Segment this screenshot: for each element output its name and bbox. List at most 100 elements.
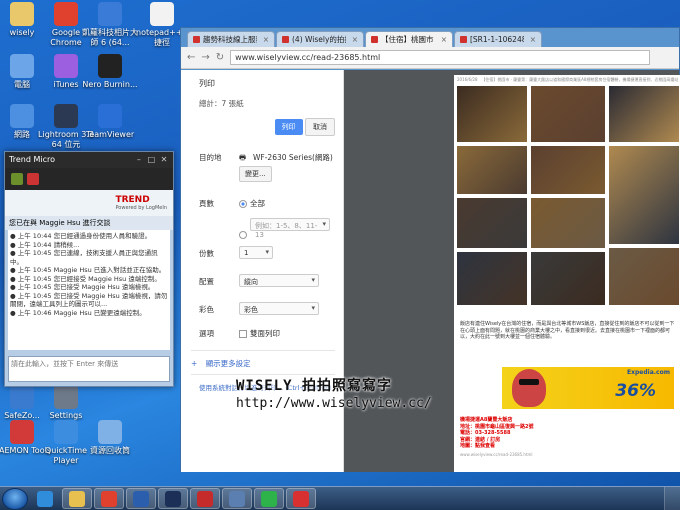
browser-tab[interactable]: 趨勢科技線上服務 × <box>187 31 275 47</box>
tab-label: 【住宿】桃園市 · 蘭 <box>381 35 435 44</box>
preview-page[interactable]: 2016/6/28 【住宿】桃園市 · 蘭豐第：蘭豐大飯店以道和國際商業區A8總… <box>454 75 680 472</box>
pages-custom-input[interactable]: 例如：1-5、8、11-13 <box>250 218 330 239</box>
line-icon <box>261 490 277 507</box>
ad-person-image <box>512 369 546 407</box>
chat-log-line: ● 上午 10:45 您已經接受 Maggie Hsu 遠端控制。 <box>10 274 161 283</box>
preview-header-text: 【住宿】桃園市 · 蘭豐第：蘭豐大飯店以道和國際商業區A8總統套房住宿體驗，機場… <box>481 77 679 82</box>
taskbar-word-button[interactable] <box>126 488 156 509</box>
hotel-photo <box>530 197 606 249</box>
maximize-icon[interactable]: □ <box>146 155 156 164</box>
hotel-photo <box>456 85 528 143</box>
expedia-ad: Expedia.com 36% <box>502 367 674 409</box>
desktop-icon-nero[interactable]: Nero Burnin... <box>80 54 140 90</box>
print-button[interactable]: 列印 <box>274 119 303 135</box>
taskbar-chrome-button[interactable] <box>94 488 124 509</box>
tab-close-icon[interactable]: × <box>352 35 358 44</box>
word-icon <box>133 490 149 507</box>
tab-favicon-icon <box>371 36 378 43</box>
hotel-photo <box>608 145 680 245</box>
duplex-checkbox[interactable] <box>239 330 247 338</box>
taskbar-trend-micro-button[interactable] <box>190 488 220 509</box>
notepad-icon <box>150 2 174 26</box>
print-total: 總計：7 張紙 <box>199 99 244 108</box>
file-explorer-icon <box>69 490 85 507</box>
desktop-icon-teamviewer[interactable]: TeamViewer <box>80 104 140 140</box>
desktop-icon-photo-app[interactable]: 凱蘿科技相片大師 6 (64... <box>80 2 140 48</box>
destination-label: 目的地 <box>199 153 222 162</box>
folder-user-icon <box>10 2 34 26</box>
watermark-url: http://www.wiselyview.cc/ <box>236 396 432 411</box>
tab-close-icon[interactable]: × <box>530 35 536 44</box>
trend-micro-icon <box>197 490 213 507</box>
tab-label: [SR1-1-1062481425 <box>470 35 524 44</box>
tab-close-icon[interactable]: × <box>263 35 269 44</box>
taskbar-photoshop-button[interactable] <box>158 488 188 509</box>
watermark-title: WISELY 拍拍照寫寫字 <box>236 378 393 394</box>
pages-label: 頁數 <box>199 199 214 208</box>
nero-icon <box>98 54 122 78</box>
taskbar-logmein-button[interactable] <box>286 488 316 509</box>
close-icon[interactable]: ✕ <box>159 155 169 164</box>
browser-tab[interactable]: (4) Wisely的拍拍照寫 × <box>276 31 364 47</box>
photoshop-icon <box>165 490 181 507</box>
copies-input[interactable]: 1 <box>239 246 273 259</box>
copies-label: 份數 <box>199 249 214 258</box>
hotel-photo <box>530 145 606 195</box>
destination-value: WF-2630 Series(網路) <box>253 153 333 162</box>
trend-logo-text: TREND <box>115 195 150 205</box>
logmein-icon <box>293 490 309 507</box>
desktop-icon-settings[interactable]: Settings <box>36 385 96 421</box>
browser-tab[interactable]: 【住宿】桃園市 · 蘭 × <box>365 31 453 47</box>
forward-icon[interactable]: → <box>201 52 209 63</box>
desktop-icon-recycle-bin[interactable]: 資源回收筒 <box>80 420 140 456</box>
taskbar-line-button[interactable] <box>254 488 284 509</box>
chat-log-line: ● 上午 10:44 您已經通過身份使用人員和驗證。 <box>10 232 152 240</box>
address-bar[interactable]: www.wiselyview.cc/read-23685.html <box>230 50 651 65</box>
recycle-bin-icon <box>98 420 122 444</box>
pages-custom-radio[interactable] <box>239 231 247 239</box>
start-button[interactable] <box>2 487 28 510</box>
back-icon[interactable]: ← <box>187 52 195 63</box>
show-desktop-button[interactable] <box>664 487 680 510</box>
browser-tab[interactable]: [SR1-1-1062481425 × <box>454 31 542 47</box>
expand-icon[interactable]: + <box>191 359 197 368</box>
trend-title-bar[interactable]: Trend Micro – □ ✕ <box>5 152 173 168</box>
daemon-tools-icon <box>10 420 34 444</box>
trend-chat-log: ● 上午 10:44 您已經通過身份使用人員和驗證。 ● 上午 10:44 請稍候… <box>8 230 170 350</box>
preview-body-text: 飯店有連住Wisely在台灣的住宿，而是與台北等城市WS飯店，直接從住到的飯店不… <box>460 321 675 340</box>
color-select[interactable]: 彩色 <box>239 302 319 315</box>
more-settings-link[interactable]: 顯示更多設定 <box>206 359 251 368</box>
minimize-icon[interactable]: – <box>134 155 144 164</box>
pages-all-radio[interactable] <box>239 200 247 208</box>
desktop-icon-label: TeamViewer <box>85 130 135 139</box>
hotel-photo <box>608 247 680 306</box>
options-label: 選項 <box>199 329 214 338</box>
trend-chat-subtitle: 您已在與 Maggie Hsu 進行交談 <box>5 216 173 230</box>
taskbar-file-explorer-button[interactable] <box>62 488 92 509</box>
tab-favicon-icon <box>460 36 467 43</box>
remote-control-icon[interactable] <box>27 173 39 185</box>
taskbar <box>0 486 680 510</box>
hotel-photo <box>530 85 606 143</box>
chat-log-line: ● 上午 10:45 您已接受 Maggie Hsu 遠端檢視，請勿關閉，遠端工… <box>10 291 168 309</box>
taskbar-internet-explorer-button[interactable] <box>30 488 60 509</box>
print-preview: 2016/6/28 【住宿】桃園市 · 蘭豐第：蘭豐大飯店以道和國際商業區A8總… <box>344 70 680 472</box>
tab-close-icon[interactable]: × <box>441 35 447 44</box>
layout-select[interactable]: 縱向 <box>239 274 319 287</box>
desktop-icon-label: Nero Burnin... <box>82 80 138 89</box>
chat-log-line: ● 上午 10:45 您已接受 Maggie Hsu 遠端檢視。 <box>10 283 155 291</box>
trend-header: TREND Powered by LogMeIn <box>5 190 173 216</box>
printer-icon: 🖶 <box>239 153 247 162</box>
lightroom-icon <box>54 104 78 128</box>
hotel-photo <box>456 197 528 249</box>
print-title: 列印 <box>199 79 215 88</box>
share-screen-icon[interactable] <box>11 173 23 185</box>
cancel-button[interactable]: 取消 <box>305 118 335 136</box>
reload-icon[interactable]: ↻ <box>216 52 224 63</box>
chat-log-line: ● 上午 10:44 請稍候... <box>10 240 80 249</box>
change-destination-button[interactable]: 變更... <box>239 166 272 182</box>
preview-date: 2016/6/28 <box>457 77 478 82</box>
trend-chat-input[interactable]: 請在此輸入，並按下 Enter 來傳送 <box>8 356 170 382</box>
hotel-photo <box>530 251 606 306</box>
taskbar-photo-app-button[interactable] <box>222 488 252 509</box>
